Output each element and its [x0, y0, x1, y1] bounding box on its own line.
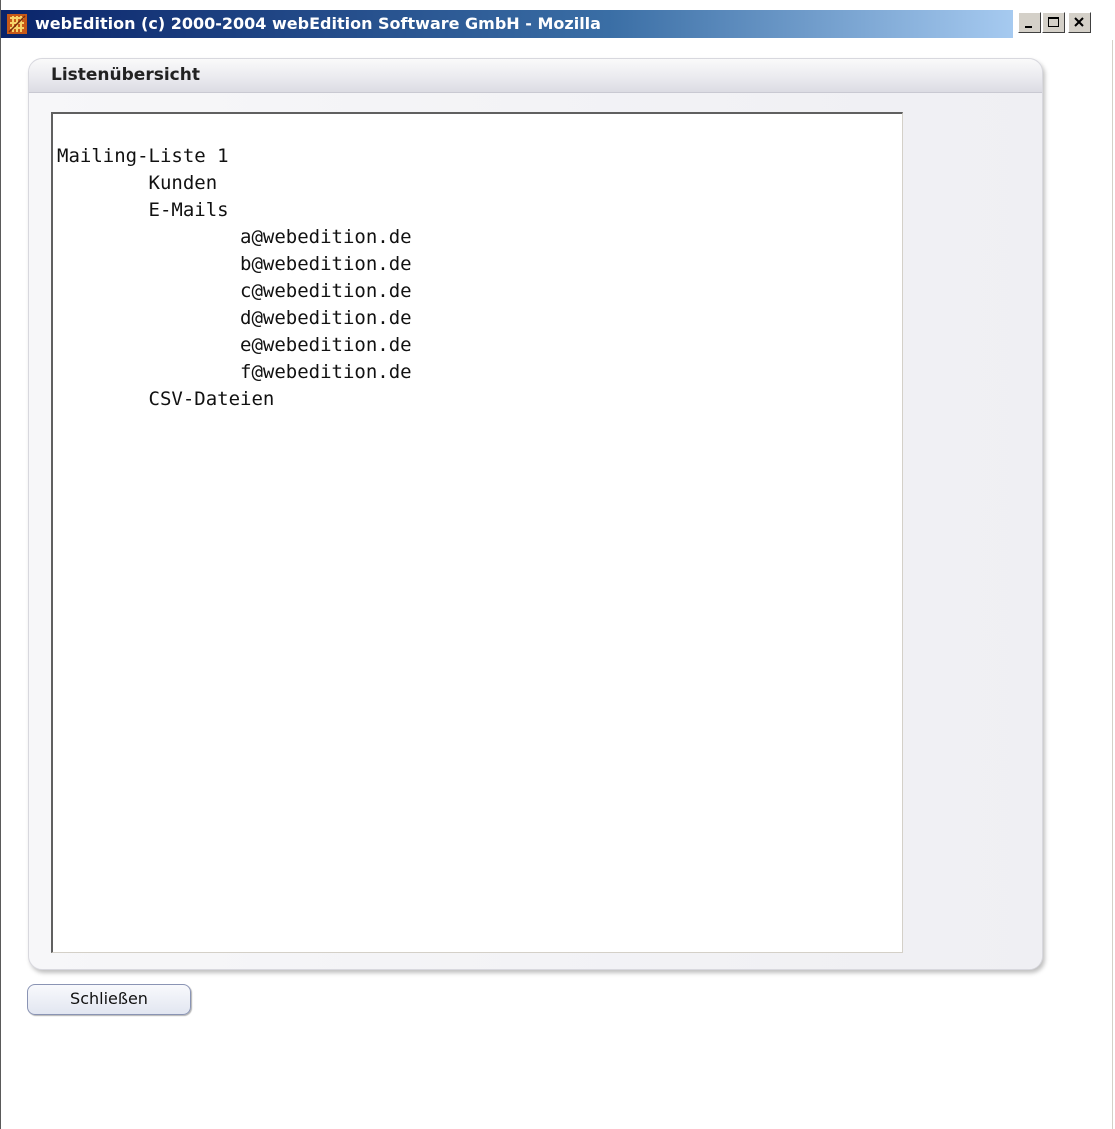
maximize-icon	[1048, 17, 1059, 27]
panel-title: Listenübersicht	[51, 65, 200, 85]
list-line: b@webedition.de	[57, 253, 412, 275]
panel-header: Listenübersicht	[29, 59, 1042, 93]
list-line: Mailing-Liste 1	[57, 145, 229, 167]
webedition-app-icon[interactable]	[7, 14, 27, 34]
window-titlebar[interactable]: webEdition (c) 2000-2004 webEdition Soft…	[1, 0, 1114, 40]
list-overview-textarea[interactable]: Mailing-Liste 1 Kunden E-Mails a@webedit…	[51, 112, 903, 953]
maximize-button[interactable]	[1042, 12, 1065, 33]
browser-window: webEdition (c) 2000-2004 webEdition Soft…	[0, 0, 1114, 1129]
list-line: c@webedition.de	[57, 280, 412, 302]
list-line: d@webedition.de	[57, 307, 412, 329]
minimize-icon	[1025, 26, 1032, 28]
close-button[interactable]: Schließen	[27, 984, 191, 1015]
list-line: CSV-Dateien	[57, 388, 275, 410]
list-overview-panel: Listenübersicht Mailing-Liste 1 Kunden E…	[28, 58, 1043, 970]
minimize-button[interactable]	[1018, 12, 1041, 33]
list-line: e@webedition.de	[57, 334, 412, 356]
list-line: Kunden	[57, 172, 218, 194]
close-icon	[1074, 17, 1084, 27]
close-window-button[interactable]	[1068, 12, 1091, 33]
list-line: a@webedition.de	[57, 226, 412, 248]
list-line: E-Mails	[57, 199, 229, 221]
list-line: f@webedition.de	[57, 361, 412, 383]
window-title: webEdition (c) 2000-2004 webEdition Soft…	[35, 14, 601, 33]
